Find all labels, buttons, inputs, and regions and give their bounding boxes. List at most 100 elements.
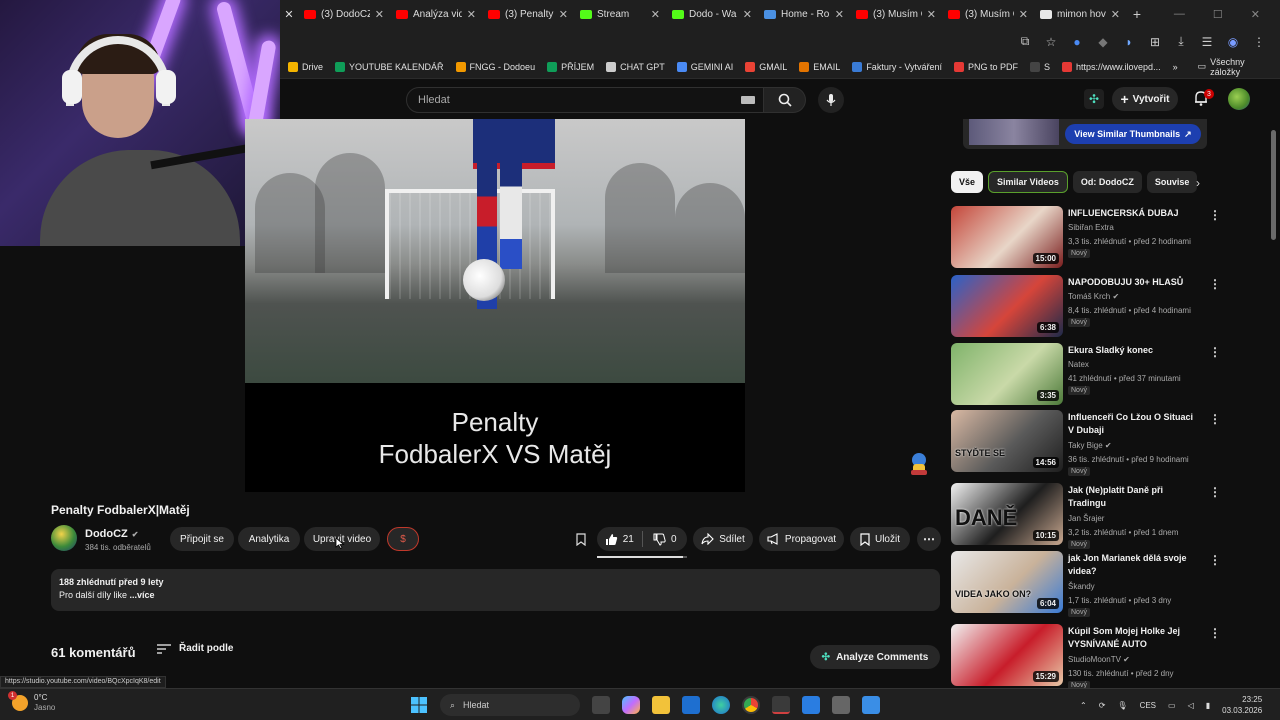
reading-list-icon[interactable]: ☰	[1200, 35, 1214, 49]
video-title[interactable]: Influenceři Co Lžou O Situaci V Dubaji	[1068, 411, 1196, 437]
browser-tab[interactable]: (3) DodoCZ ✕	[298, 0, 390, 28]
tab-close-icon[interactable]: ✕	[375, 8, 384, 21]
share-button[interactable]: Sdílet	[693, 527, 753, 551]
video-title[interactable]: Jak (Ne)platit Daně při Tradingu	[1068, 484, 1196, 510]
battery-icon[interactable]: ▮	[1206, 701, 1210, 710]
video-title[interactable]: NAPODOBUJU 30+ HLASŮ	[1068, 276, 1196, 289]
tab-close-icon[interactable]: ✕	[1019, 8, 1028, 21]
promote-button[interactable]: Propagovat	[759, 527, 844, 551]
browser-tab[interactable]: (3) Musím O ✕	[850, 0, 942, 28]
channel-name[interactable]: Tomáš Krch ✔	[1068, 290, 1198, 303]
clock[interactable]: 23:25 03.03.2026	[1222, 694, 1262, 716]
microphone-icon[interactable]: 🎙	[1117, 701, 1127, 710]
video-thumbnail[interactable]: VIDEA JAKO ON? 6:04	[951, 551, 1063, 613]
bookmark-item[interactable]: FNGG - Dodoeu	[455, 61, 535, 72]
chevron-right-icon[interactable]: ›	[1196, 176, 1200, 190]
dislike-button[interactable]: 0	[643, 533, 688, 546]
filter-chip[interactable]: Souvise	[1146, 171, 1198, 193]
profile-icon[interactable]: ◉	[1226, 35, 1240, 49]
channel-name[interactable]: Taky Bige ✔	[1068, 439, 1198, 452]
extensions-puzzle-icon[interactable]: ⊞	[1148, 35, 1162, 49]
outlook-icon[interactable]	[682, 696, 700, 714]
analytics-button[interactable]: Analytika	[238, 527, 300, 551]
browser-tab[interactable]: (3) Penalty F ✕	[482, 0, 574, 28]
video-title[interactable]: Kúpil Som Mojej Holke Jej VYSNÍVANÉ AUTO	[1068, 625, 1196, 651]
join-button[interactable]: Připojit se	[170, 527, 234, 551]
voice-search-button[interactable]	[818, 87, 844, 113]
recommended-video[interactable]: 15:29 Kúpil Som Mojej Holke Jej VYSNÍVANÉ…	[951, 624, 1221, 690]
recommended-video[interactable]: 15:00 INFLUENCERSKÁ DUBAJ Sibiřan Extra 3,3…	[951, 206, 1221, 268]
more-vert-icon[interactable]: ⋮	[1209, 277, 1221, 291]
extension-icon[interactable]: ◆	[1096, 35, 1110, 49]
minimize-icon[interactable]: —	[1174, 8, 1185, 21]
more-vert-icon[interactable]: ⋮	[1209, 345, 1221, 359]
file-explorer-icon[interactable]	[652, 696, 670, 714]
monetization-button[interactable]: $	[387, 527, 419, 551]
filter-chip[interactable]: Similar Videos	[988, 171, 1068, 193]
bookmark-item[interactable]: S	[1030, 61, 1050, 72]
tab-close-icon[interactable]: ✕	[651, 8, 660, 21]
more-vert-icon[interactable]: ⋮	[1209, 208, 1221, 222]
download-icon[interactable]: ⤓	[1174, 34, 1188, 49]
app-icon[interactable]	[802, 696, 820, 714]
channel-name[interactable]: Sibiřan Extra	[1068, 221, 1198, 234]
edge-icon[interactable]	[712, 696, 730, 714]
chrome-icon[interactable]	[742, 696, 760, 714]
tab-close-icon[interactable]: ✕	[1111, 8, 1120, 21]
tab-close-icon[interactable]: ✕	[467, 8, 476, 21]
bookmark-item[interactable]: EMAIL	[799, 61, 840, 72]
video-thumbnail[interactable]: 3:35	[951, 343, 1063, 405]
bookmark-item[interactable]: Drive	[288, 61, 323, 72]
more-vert-icon[interactable]: ⋮	[1209, 553, 1221, 567]
save-bookmark-button[interactable]	[571, 527, 591, 551]
tab-close-icon[interactable]: ✕	[559, 8, 568, 21]
filter-chip[interactable]: Vše	[951, 171, 984, 193]
view-similar-thumbnails-button[interactable]: View Similar Thumbnails ↗	[1065, 124, 1201, 144]
bookmark-item[interactable]: PŘÍJEM	[547, 61, 594, 72]
save-button[interactable]: Uložit	[850, 527, 910, 551]
browser-tab[interactable]: (3) Musím O ✕	[942, 0, 1034, 28]
browser-tab[interactable]: mimon hovo ✕	[1034, 0, 1126, 28]
calculator-icon[interactable]	[832, 696, 850, 714]
video-thumbnail[interactable]: STYĎTE SE 14:56	[951, 410, 1063, 472]
tab-close-icon[interactable]: ✕	[280, 8, 298, 21]
channel-name[interactable]: Jan Šrajer	[1068, 512, 1198, 525]
bookmarks-overflow-icon[interactable]: »	[1173, 62, 1178, 72]
maximize-icon[interactable]: ☐	[1213, 8, 1223, 21]
recommended-video[interactable]: DANĚ 10:15 Jak (Ne)platit Daně při Trading…	[951, 483, 1221, 549]
video-player[interactable]: Penalty FodbalerX VS Matěj	[245, 119, 745, 492]
extension-icon[interactable]: ✣	[1084, 89, 1104, 109]
new-tab-button[interactable]: +	[1126, 6, 1148, 22]
account-avatar[interactable]	[1228, 88, 1250, 110]
chevron-up-icon[interactable]: ⌃	[1080, 701, 1087, 710]
browser-tab[interactable]: Home - Robl ✕	[758, 0, 850, 28]
terminal-icon[interactable]	[772, 696, 790, 714]
extension-icon[interactable]: ◗	[1122, 35, 1136, 49]
show-more-link[interactable]: ...více	[130, 590, 155, 600]
install-app-icon[interactable]: ⧉	[1018, 34, 1032, 49]
more-vert-icon[interactable]: ⋮	[1209, 485, 1221, 499]
task-view-icon[interactable]	[592, 696, 610, 714]
tab-close-icon[interactable]: ✕	[743, 8, 752, 21]
search-button[interactable]	[764, 87, 806, 113]
recommended-video[interactable]: 6:38 NAPODOBUJU 30+ HLASŮ Tomáš Krch ✔ 8,4 …	[951, 275, 1221, 337]
app-icon[interactable]	[862, 696, 880, 714]
browser-tab[interactable]: Analýza vide ✕	[390, 0, 482, 28]
extension-icon[interactable]: ●	[1070, 35, 1084, 49]
close-window-icon[interactable]: ✕	[1251, 8, 1260, 21]
create-button[interactable]: + Vytvořit	[1112, 87, 1178, 111]
browser-tab[interactable]: Stream ✕	[574, 0, 666, 28]
browser-menu-icon[interactable]: ⋮	[1252, 35, 1266, 49]
video-title[interactable]: jak Jon Marianek dělá svoje videa?	[1068, 552, 1196, 578]
channel-avatar[interactable]	[51, 525, 77, 551]
keyboard-icon[interactable]	[741, 96, 755, 104]
sync-icon[interactable]: ⟳	[1099, 701, 1106, 710]
bookmark-item[interactable]: https://www.ilovepd...	[1062, 61, 1161, 72]
more-actions-button[interactable]: ⋯	[917, 527, 941, 551]
weather-widget[interactable]: 1 0°C Jasno	[8, 691, 55, 713]
bookmark-star-icon[interactable]: ☆	[1044, 35, 1058, 49]
network-icon[interactable]: ▭	[1168, 701, 1176, 710]
description-box[interactable]: 188 zhlédnutí před 9 lety Pro další díly…	[51, 569, 940, 611]
tab-close-icon[interactable]: ✕	[835, 8, 844, 21]
bookmark-item[interactable]: Faktury - Vytváření	[852, 61, 942, 72]
